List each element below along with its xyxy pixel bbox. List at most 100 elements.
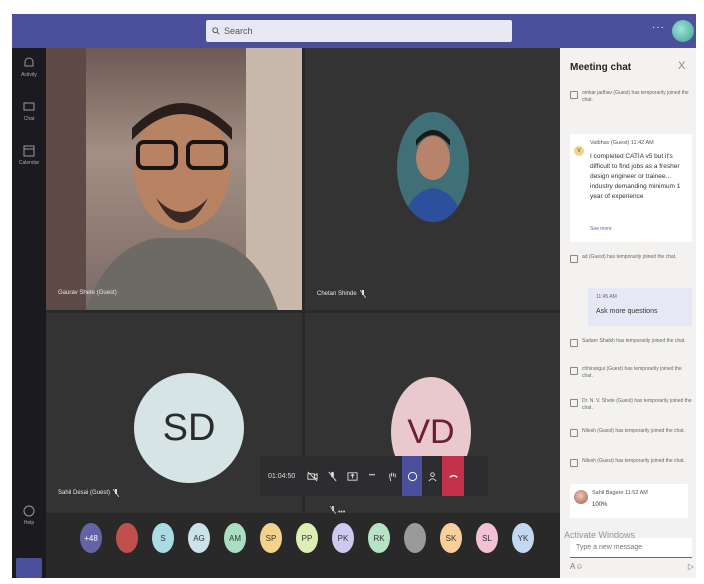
participant-avatar-initials: SD xyxy=(134,373,244,483)
share-button[interactable] xyxy=(342,456,362,496)
compose-toolbar: A ☺ ▷ xyxy=(570,562,694,571)
video-tile-gaurav[interactable]: Gaurav Shete (Guest) xyxy=(46,48,302,310)
call-controls-bar: 01:04:50 ••• xyxy=(260,456,488,496)
send-icon[interactable]: ▷ xyxy=(688,562,694,571)
message-body: 100% xyxy=(592,502,608,508)
rail-item-calendar[interactable]: Calendar xyxy=(12,144,46,184)
camera-toggle-button[interactable] xyxy=(302,456,322,496)
participant-name-label: Gaurav Shete (Guest) xyxy=(58,290,117,296)
system-message: ad (Guest) has temporarily joined the ch… xyxy=(570,254,692,263)
participant-avatar-initials: AM xyxy=(229,533,241,543)
bell-icon xyxy=(24,57,34,67)
hang-up-button[interactable] xyxy=(442,456,464,496)
compose-box[interactable] xyxy=(570,538,692,558)
join-icon xyxy=(570,91,578,99)
user-avatar[interactable] xyxy=(672,20,694,42)
app-rail: Activity Chat Calendar Help xyxy=(12,48,46,578)
activation-watermark: Activate Windows xyxy=(564,530,636,540)
participant-avatar-initials: SP xyxy=(265,533,277,543)
participant-initials: VD xyxy=(407,412,455,451)
participant-avatar-initials: +48 xyxy=(84,533,98,543)
participant-avatar[interactable]: PK xyxy=(332,523,354,553)
chat-message[interactable]: V Vaibhav (Guest) 11:42 AM I completed C… xyxy=(570,134,692,242)
participant-avatar[interactable]: YK xyxy=(512,523,534,553)
search-placeholder: Search xyxy=(224,26,253,36)
join-icon xyxy=(570,255,578,263)
rail-item-help[interactable]: Help xyxy=(12,504,46,544)
share-screen-icon xyxy=(346,471,358,481)
mic-toggle-button[interactable] xyxy=(322,456,342,496)
participant-avatar-initials: SL xyxy=(482,533,492,543)
more-actions-button[interactable]: ••• xyxy=(362,456,382,496)
participant-avatar[interactable]: S xyxy=(152,523,174,553)
raise-hand-button[interactable] xyxy=(382,456,402,496)
close-chat-button[interactable]: X xyxy=(678,60,685,72)
sender-avatar xyxy=(574,490,588,504)
people-icon xyxy=(427,471,437,481)
rail-item-activity[interactable]: Activity xyxy=(12,56,46,96)
participant-name: Chetan Shinde xyxy=(317,291,357,297)
system-text: Nilesh (Guest) has temporarily joined th… xyxy=(582,428,685,434)
system-text: Dr. N. V. Shete (Guest) has temporarily … xyxy=(582,398,692,411)
top-bar: Search ··· xyxy=(12,14,696,48)
participant-avatar-row: +48 S AG AM SP PP PK RK SK SL YK xyxy=(46,516,560,560)
system-text: omkar jadhav (Guest) has temporarily joi… xyxy=(582,90,689,103)
participant-avatar[interactable] xyxy=(404,523,426,553)
chat-icon xyxy=(23,102,35,111)
participant-avatar-initials: PK xyxy=(337,533,349,543)
join-icon xyxy=(570,367,578,375)
content-sharing-indicator[interactable]: ••• xyxy=(329,505,345,516)
participant-avatar[interactable]: RK xyxy=(368,523,390,553)
sender-avatar: V xyxy=(574,146,584,156)
apps-button[interactable] xyxy=(16,558,42,578)
camera-off-icon xyxy=(306,471,318,481)
rail-label-calendar: Calendar xyxy=(18,160,40,166)
join-icon xyxy=(570,399,578,407)
join-icon xyxy=(570,459,578,467)
participants-button[interactable] xyxy=(422,456,442,496)
more-actions-icon: ••• xyxy=(368,473,376,479)
participant-avatar[interactable]: SP xyxy=(260,523,282,553)
portrait-image xyxy=(397,112,469,222)
emoji-icon[interactable]: ☺ xyxy=(575,562,583,571)
participant-avatar[interactable]: PP xyxy=(296,523,318,553)
search-icon xyxy=(212,27,220,35)
participant-name: Gaurav Shete (Guest) xyxy=(58,290,117,296)
participant-avatar-initials: S xyxy=(160,533,166,543)
mic-muted-icon xyxy=(113,489,120,497)
rail-item-chat[interactable]: Chat xyxy=(12,100,46,140)
video-tile-chetan[interactable]: Chetan Shinde xyxy=(305,48,560,310)
join-icon xyxy=(570,429,578,437)
participant-avatar[interactable]: AM xyxy=(224,523,246,553)
call-timer: 01:04:50 xyxy=(268,472,296,480)
search-box[interactable]: Search xyxy=(206,20,512,42)
participant-avatar-initials: RK xyxy=(373,533,385,543)
participant-avatar[interactable] xyxy=(116,523,138,553)
mic-off-icon xyxy=(327,471,337,481)
chat-bubble-icon xyxy=(407,471,417,481)
more-options-icon[interactable]: ··· xyxy=(652,22,665,33)
participant-avatar-initials: YK xyxy=(517,533,529,543)
chat-message-own[interactable]: 11:45 AM Ask more questions xyxy=(588,288,692,326)
chat-toggle-button[interactable] xyxy=(402,456,422,496)
message-input[interactable] xyxy=(576,544,686,551)
message-body: Ask more questions xyxy=(596,308,658,315)
chat-message[interactable]: Sahil Bagare 11:52 AM 100% xyxy=(570,484,688,518)
message-body: I completed CATIA v5 but it's difficult … xyxy=(590,153,681,200)
system-message: Nilesh (Guest) has temporarily joined th… xyxy=(570,458,692,467)
participant-avatar[interactable]: +48 xyxy=(80,523,102,553)
calendar-icon xyxy=(23,145,35,157)
system-message: chhirangui (Guest) has temporarily joine… xyxy=(570,366,692,380)
participant-avatar-initials: AG xyxy=(193,533,205,543)
participant-name-label: Sahil Desai (Guest) xyxy=(58,489,120,497)
participant-avatar[interactable]: SK xyxy=(440,523,462,553)
system-text: chhirangui (Guest) has temporarily joine… xyxy=(582,366,682,379)
see-more-link[interactable]: See more xyxy=(590,226,612,232)
participant-avatar[interactable]: SL xyxy=(476,523,498,553)
system-text: ad (Guest) has temporarily joined the ch… xyxy=(582,254,677,260)
participant-avatar[interactable]: AG xyxy=(188,523,210,553)
hang-up-icon xyxy=(448,474,458,478)
meeting-chat-panel: Meeting chat X omkar jadhav (Guest) has … xyxy=(560,48,696,578)
participant-initials: SD xyxy=(162,406,216,449)
message-meta: 11:45 AM xyxy=(596,294,617,300)
